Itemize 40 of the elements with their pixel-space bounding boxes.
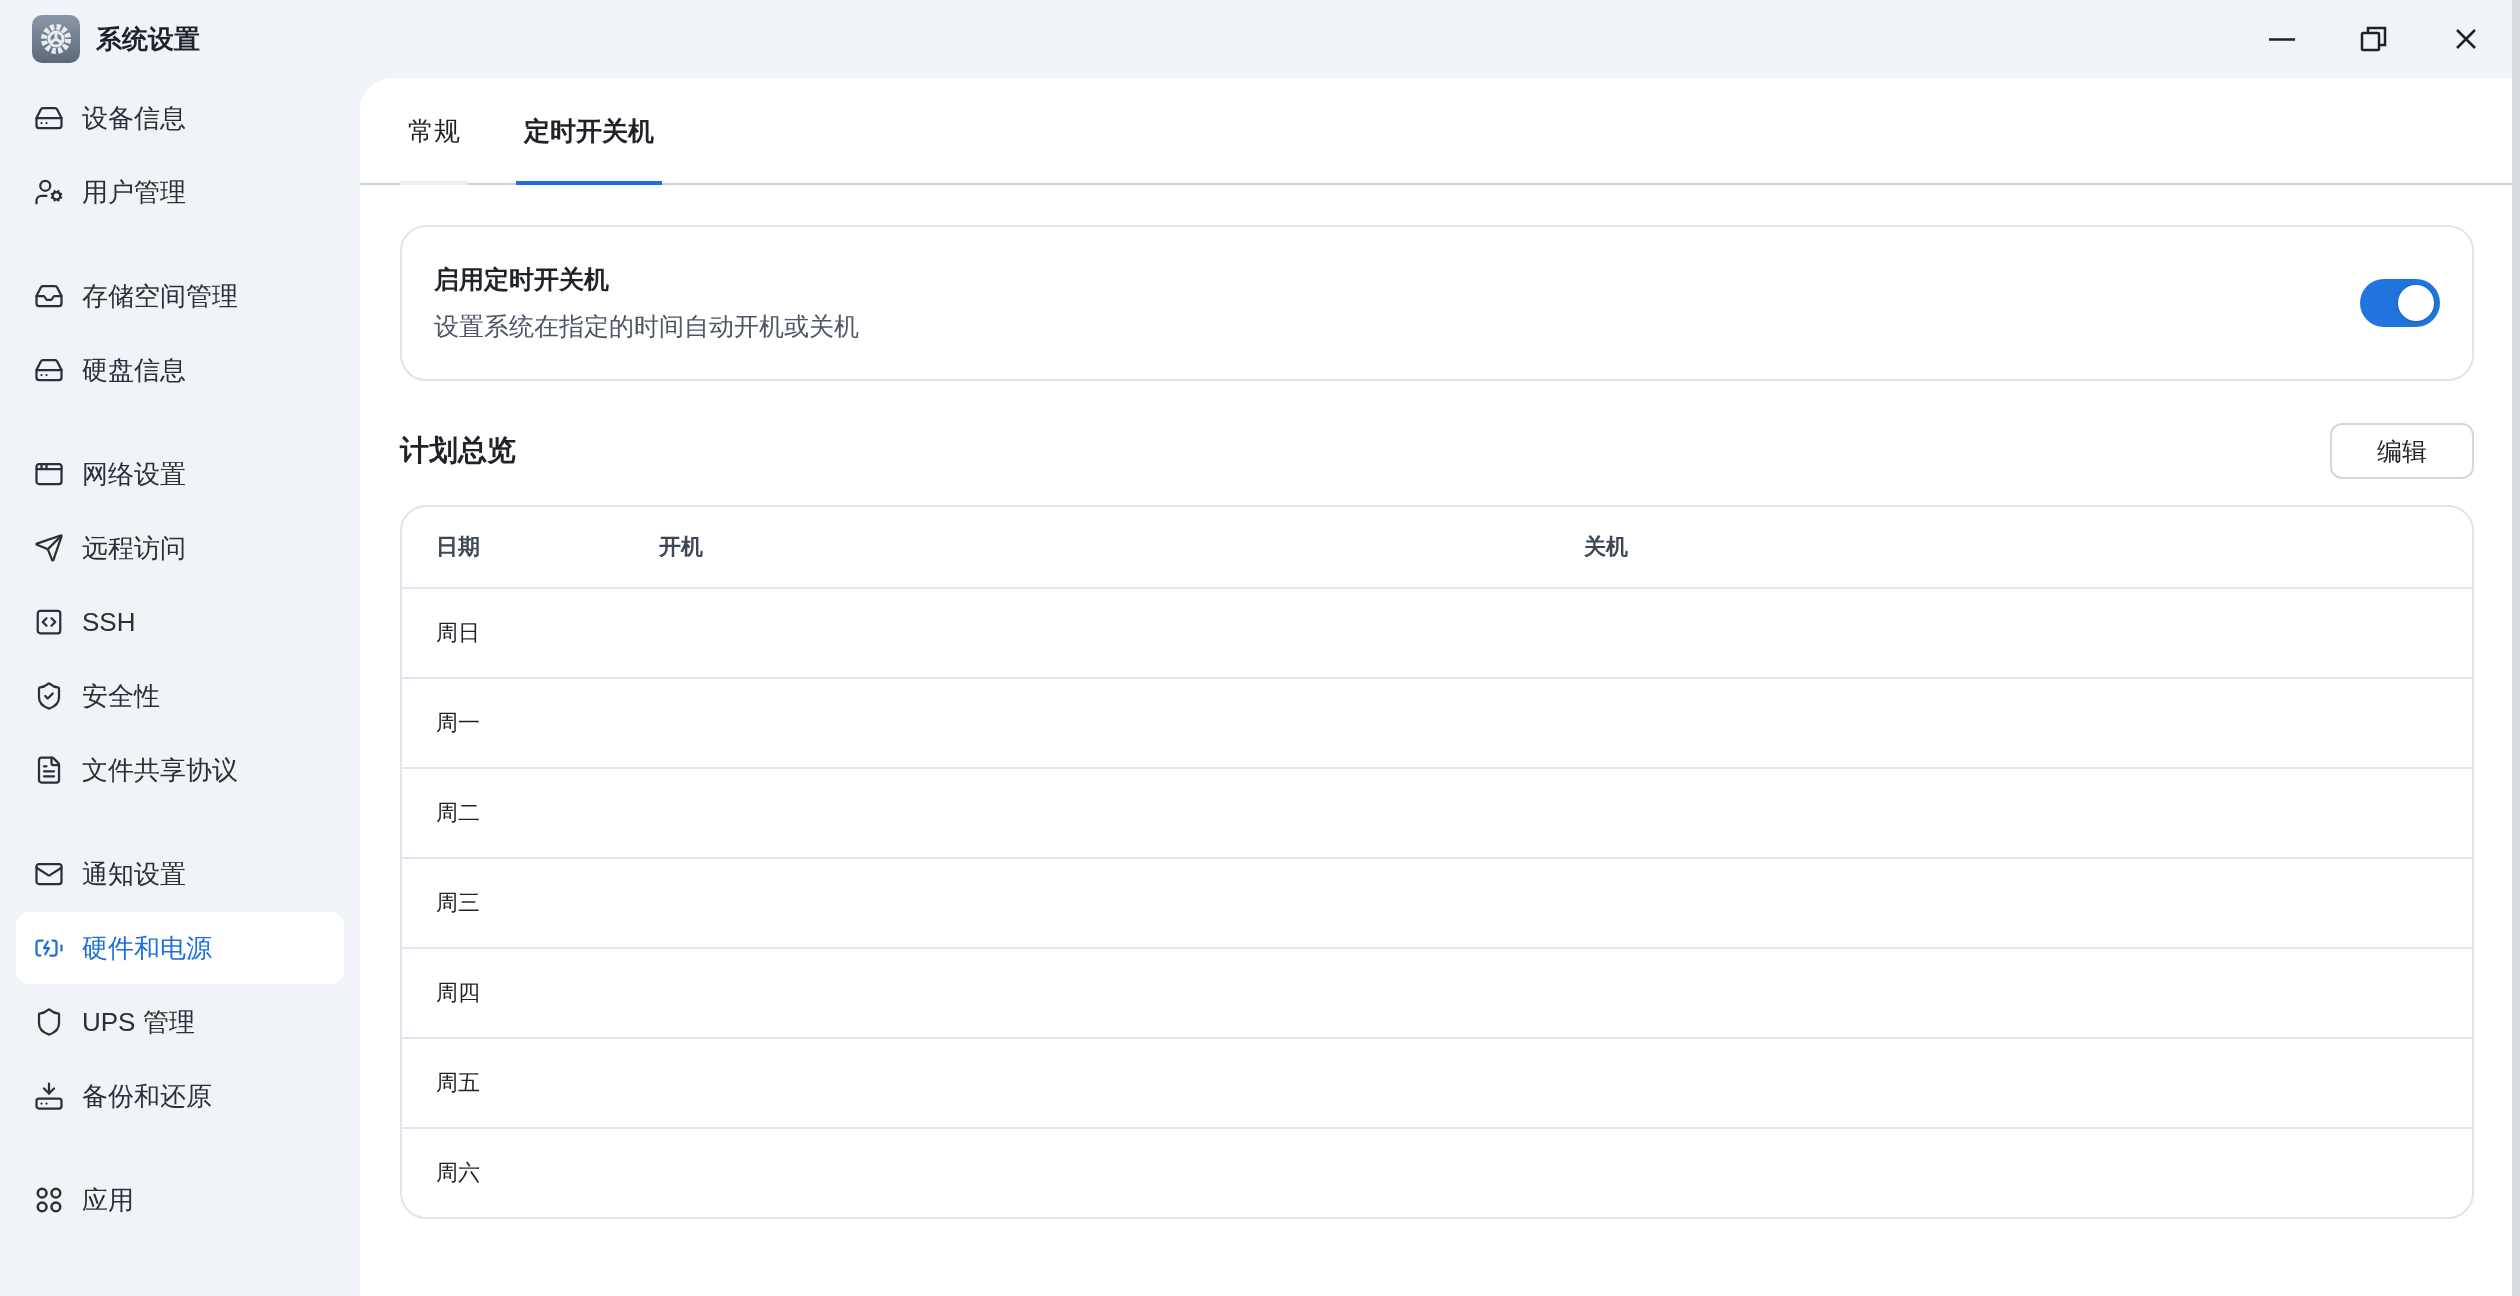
column-header: 日期 (436, 533, 481, 561)
column-header: 开机 (659, 533, 704, 561)
edit-button[interactable]: 编辑 (2330, 423, 2474, 479)
column-header: 关机 (1584, 533, 1629, 561)
sidebar-item[interactable]: 远程访问 (16, 512, 344, 584)
grid-icon (34, 1185, 64, 1215)
table-cell-text: 周日 (436, 619, 481, 647)
table-cell-text: 周六 (436, 1159, 481, 1187)
sidebar-item[interactable]: 存储空间管理 (16, 260, 344, 332)
setting-title: 启用定时开关机 (434, 264, 610, 295)
sidebar-item[interactable]: 文件共享协议 (16, 734, 344, 806)
send-icon (34, 533, 64, 563)
code-icon (34, 607, 64, 637)
table-cell-text: 周二 (436, 799, 481, 827)
setting-description: 设置系统在指定的时间自动开机或关机 (434, 311, 860, 342)
table-cell-text: 周一 (436, 709, 481, 737)
tab[interactable]: 定时开关机 (516, 114, 662, 185)
sidebar-item[interactable]: 备份和还原 (16, 1060, 344, 1132)
tab[interactable]: 常规 (400, 114, 468, 185)
sidebar-item[interactable]: UPS 管理 (16, 986, 344, 1058)
sidebar-item[interactable]: 硬件和电源 (16, 912, 344, 984)
sidebar-item[interactable]: 用户管理 (16, 156, 344, 228)
gear-app-icon (32, 15, 80, 63)
window-title: 系统设置 (96, 22, 201, 56)
table-cell-text: 周五 (436, 1069, 481, 1097)
sidebar-item[interactable]: 设备信息 (16, 82, 344, 154)
download-drive-icon (34, 1081, 64, 1111)
sidebar-item[interactable]: 网络设置 (16, 438, 344, 510)
restore-icon (2360, 25, 2388, 53)
sidebar-item[interactable]: 硬盘信息 (16, 334, 344, 406)
sidebar-item[interactable]: SSH (16, 586, 344, 658)
section-heading: 计划总览 (400, 433, 516, 468)
user-gear-icon (34, 177, 64, 207)
minimize-icon (2269, 37, 2295, 41)
table-cell-text: 周四 (436, 979, 481, 1007)
sidebar-item[interactable]: 应用 (16, 1164, 344, 1236)
toggle-switch[interactable] (2360, 279, 2440, 327)
sidebar-item[interactable]: 通知设置 (16, 838, 344, 910)
sidebar-item[interactable]: 安全性 (16, 660, 344, 732)
table-cell-text: 周三 (436, 889, 481, 917)
